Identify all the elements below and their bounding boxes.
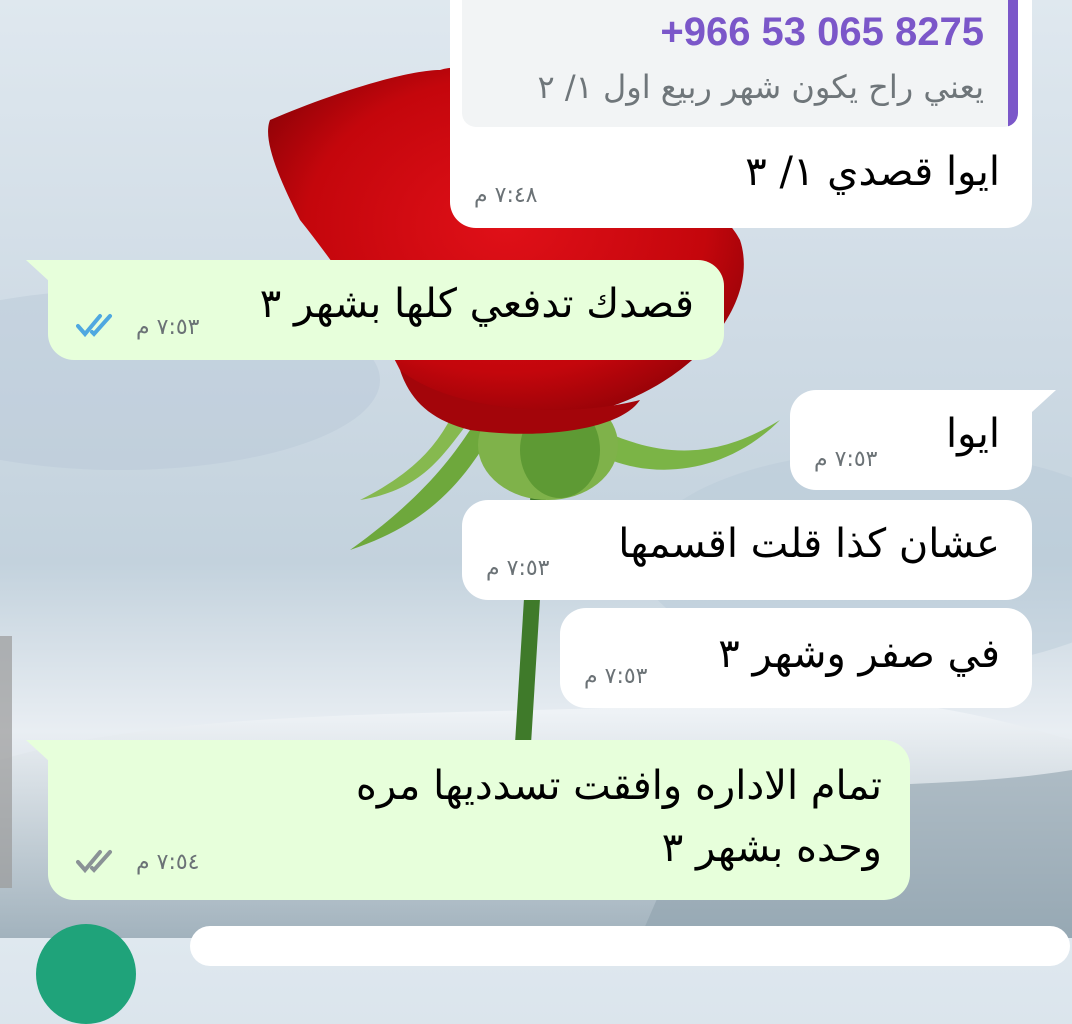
edge-strip [0,636,12,888]
message-text: عشان كذا قلت اقسمها [618,521,1000,567]
message-text-line-1: تمام الاداره وافقت تسدديها مره [355,763,882,809]
message-text: في صفر وشهر ٣ [718,631,1000,677]
message-time: ٧:٥٣ م [584,664,648,689]
message-time: ٧:٤٨ م [474,183,538,208]
bubble-tail [1032,390,1056,412]
message-time: ٧:٥٣ م [814,447,878,472]
quoted-sender: +966 53 065 8275 [660,10,984,54]
quoted-reply[interactable]: +966 53 065 8275 يعني راح يكون شهر ربيع … [462,0,1018,127]
bubble-tail [26,260,50,282]
floating-action-button[interactable] [36,924,136,1024]
message-text: ايوا قصدي ١/ ٣ [745,149,1000,195]
quote-accent-bar [1008,0,1018,127]
message-time: ٧:٥٣ م [136,315,200,340]
message-text-line-2: وحده بشهر ٣ [661,825,882,871]
message-text: قصدك تدفعي كلها بشهر ٣ [259,281,694,327]
message-text: ايوا [945,411,1000,457]
message-time: ٧:٥٣ م [486,556,550,581]
message-time: ٧:٥٤ م [136,850,200,875]
double-check-icon [76,314,112,338]
bubble-tail [26,740,50,762]
double-check-icon [76,850,112,874]
message-composer[interactable] [190,926,1070,966]
quoted-text: يعني راح يكون شهر ربيع اول ١/ ٢ [537,68,985,106]
